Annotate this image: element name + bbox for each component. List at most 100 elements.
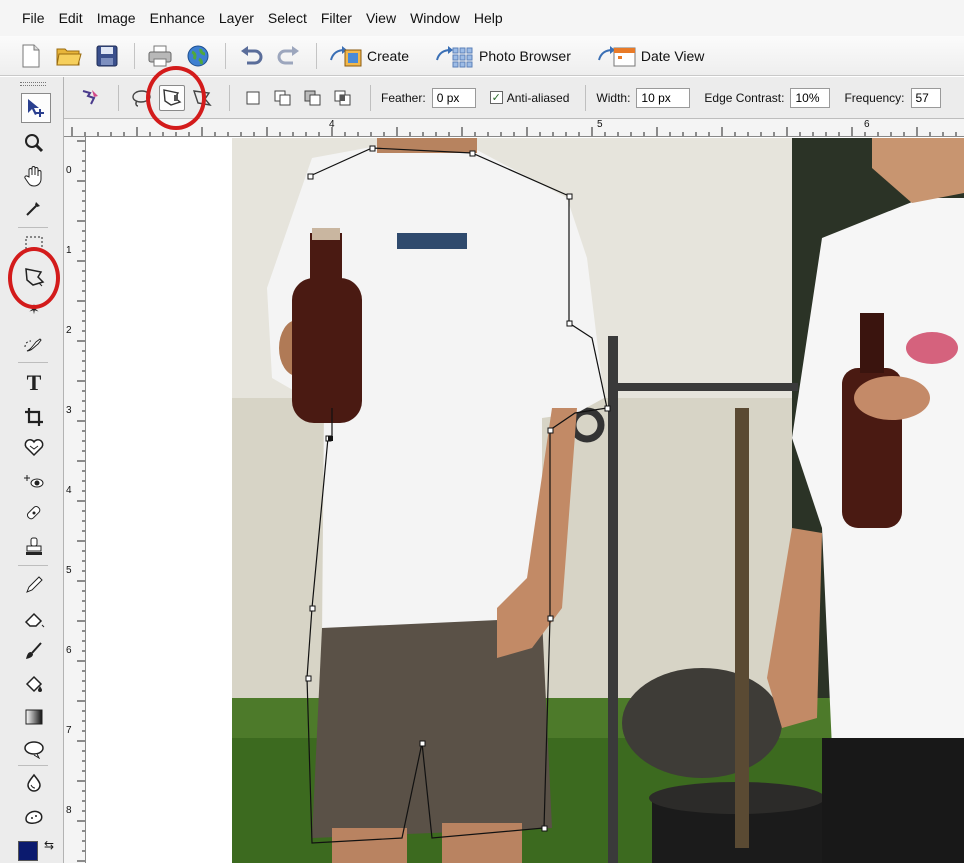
separator <box>316 42 317 69</box>
subtract-from-selection-icon[interactable] <box>300 85 326 111</box>
new-selection-icon[interactable] <box>240 85 266 111</box>
hand-tool-icon[interactable] <box>20 162 48 190</box>
menu-file[interactable]: File <box>15 0 52 36</box>
open-folder-icon[interactable] <box>56 43 82 69</box>
photo-image <box>232 138 964 863</box>
blur-tool-icon[interactable] <box>20 769 48 797</box>
ruler-top-ticks <box>71 127 957 136</box>
menu-edit[interactable]: Edit <box>52 0 90 36</box>
ruler-top-label: 5 <box>597 119 603 130</box>
width-input[interactable] <box>636 87 691 108</box>
width-label: Width: <box>596 90 631 105</box>
menu-help[interactable]: Help <box>467 0 510 36</box>
create-label: Create <box>367 47 410 64</box>
spot-healing-brush-tool-icon[interactable] <box>20 499 48 527</box>
edge-contrast-label: Edge Contrast: <box>704 90 785 105</box>
separator <box>18 565 48 566</box>
ruler-top-label: 4 <box>329 119 335 130</box>
ruler-top: 4 5 6 <box>64 119 964 137</box>
ruler-left-label: 6 <box>66 645 72 656</box>
edge-contrast-input[interactable] <box>790 87 831 108</box>
marquee-tool-icon[interactable] <box>20 229 48 257</box>
pencil-tool-icon[interactable] <box>20 571 48 599</box>
menu-layer[interactable]: Layer <box>212 0 261 36</box>
menu-window[interactable]: Window <box>403 0 467 36</box>
feather-input[interactable] <box>431 87 476 108</box>
separator <box>370 84 371 111</box>
separator <box>18 227 48 228</box>
new-document-icon[interactable] <box>18 43 44 69</box>
menu-view[interactable]: View <box>359 0 403 36</box>
separator <box>118 84 119 111</box>
feather-label: Feather: <box>381 90 426 105</box>
document-canvas[interactable] <box>87 138 964 863</box>
ruler-top-label: 6 <box>864 119 870 130</box>
magnetic-lasso-icon[interactable] <box>159 84 185 111</box>
paint-bucket-tool-icon[interactable] <box>20 671 48 699</box>
toolbox-grip[interactable] <box>20 82 46 86</box>
tool-preset-icon[interactable] <box>78 85 104 111</box>
ruler-left-label: 4 <box>66 485 72 496</box>
frequency-label: Frequency: <box>844 90 905 105</box>
redo-icon[interactable] <box>276 43 302 69</box>
photo-browser-button[interactable]: Photo Browser <box>435 44 571 68</box>
gradient-tool-icon[interactable] <box>20 703 48 731</box>
foreground-color-swatch[interactable] <box>18 841 38 861</box>
ruler-left-label: 1 <box>66 245 72 256</box>
add-to-selection-icon[interactable] <box>270 85 296 111</box>
type-tool-icon[interactable]: T <box>20 369 48 397</box>
ruler-left-label: 7 <box>66 725 72 736</box>
online-services-globe-icon[interactable] <box>185 43 211 69</box>
ruler-left: 0 1 2 3 4 5 6 7 8 <box>64 137 86 863</box>
move-tool-icon[interactable] <box>21 93 51 123</box>
lasso-tool-icon[interactable] <box>129 85 155 111</box>
date-view-icon <box>597 45 636 66</box>
eraser-tool-icon[interactable] <box>20 605 48 633</box>
toolbox: ✶ T ⇆ <box>0 77 64 863</box>
zoom-tool-icon[interactable] <box>20 129 48 157</box>
separator <box>225 42 226 69</box>
swap-colors-icon[interactable]: ⇆ <box>44 838 54 852</box>
anti-aliased-label: Anti-aliased <box>506 90 570 105</box>
magic-wand-tool-icon[interactable]: ✶ <box>20 295 48 323</box>
date-view-label: Date View <box>640 47 705 64</box>
separator <box>585 84 587 111</box>
separator <box>134 42 135 69</box>
separator <box>18 765 48 766</box>
anti-aliased-checkbox[interactable]: ✓ <box>489 91 503 104</box>
menu-image[interactable]: Image <box>90 0 143 36</box>
shortcuts-bar: Create Photo Browser Date View <box>0 36 964 76</box>
menu-enhance[interactable]: Enhance <box>143 0 212 36</box>
eyedropper-tool-icon[interactable] <box>20 194 48 222</box>
polygonal-lasso-icon[interactable] <box>189 85 215 111</box>
undo-icon[interactable] <box>238 43 264 69</box>
clone-stamp-tool-icon[interactable] <box>20 533 48 561</box>
photo-browser-icon <box>436 45 473 67</box>
menu-filter[interactable]: Filter <box>314 0 359 36</box>
create-icon <box>330 45 362 66</box>
tool-options-bar: Feather: ✓ Anti-aliased Width: Edge Cont… <box>0 77 964 119</box>
photo-browser-label: Photo Browser <box>479 47 571 64</box>
date-view-button[interactable]: Date View <box>597 44 705 68</box>
ruler-left-label: 0 <box>66 165 72 176</box>
sponge-tool-icon[interactable] <box>20 803 48 831</box>
ruler-left-label: 3 <box>66 405 72 416</box>
save-disk-icon[interactable] <box>94 43 120 69</box>
ruler-left-label: 2 <box>66 325 72 336</box>
frequency-input[interactable] <box>910 87 941 108</box>
menu-select[interactable]: Select <box>261 0 314 36</box>
intersect-selection-icon[interactable] <box>330 85 356 111</box>
lasso-tool-icon[interactable] <box>20 263 48 291</box>
separator <box>18 362 48 363</box>
print-icon[interactable] <box>147 43 173 69</box>
red-eye-removal-tool-icon[interactable] <box>20 467 48 495</box>
menu-bar: File Edit Image Enhance Layer Select Fil… <box>0 0 964 36</box>
ruler-left-label: 5 <box>66 565 72 576</box>
shape-tool-icon[interactable] <box>20 735 48 763</box>
crop-tool-icon[interactable] <box>20 403 48 431</box>
cookie-cutter-tool-icon[interactable] <box>20 433 48 461</box>
selection-brush-tool-icon[interactable] <box>20 331 48 359</box>
separator <box>229 84 230 111</box>
create-button[interactable]: Create <box>329 44 409 68</box>
brush-tool-icon[interactable] <box>20 637 48 665</box>
